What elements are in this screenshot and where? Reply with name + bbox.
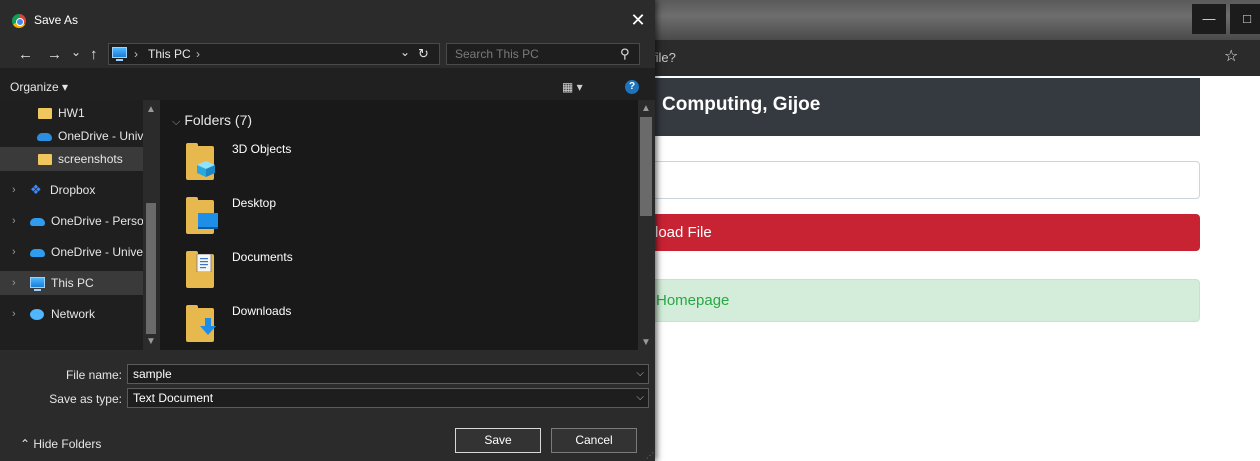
chevron-right-icon[interactable]: › — [12, 271, 16, 295]
nav-scroll-down-icon[interactable]: ▼ — [146, 336, 156, 347]
save-as-dialog: Save As ✕ ← → ⌄ ↑ › This PC › ⌄ ↻ Search… — [0, 0, 655, 461]
site-brand[interactable]: Computing, Gijoe — [662, 94, 820, 116]
nav-item-label: Network — [51, 307, 96, 321]
cloud-icon — [30, 249, 45, 257]
change-view-icon[interactable]: ▦ ▾ — [562, 80, 583, 94]
documents-icon — [196, 254, 212, 272]
cloud-icon — [37, 133, 52, 141]
star-icon[interactable]: ☆ — [1224, 46, 1238, 66]
homepage-link-alert[interactable]: Homepage — [640, 279, 1200, 322]
path-dropdown-icon[interactable]: ⌄ — [400, 43, 410, 61]
forward-icon[interactable]: → — [47, 46, 62, 64]
download-arrow-icon — [200, 318, 216, 335]
chevron-down-icon[interactable]: ⌵ — [636, 365, 644, 383]
nav-item-this-pc[interactable]: › This PC — [0, 271, 143, 295]
nav-item-label: HW1 — [58, 106, 85, 120]
dialog-title: Save As — [34, 13, 79, 27]
chevron-down-icon[interactable]: ⌵ — [172, 116, 180, 128]
path-chevron-end[interactable]: › — [196, 47, 200, 61]
nav-item-label: This PC — [51, 276, 94, 290]
up-icon[interactable]: ↑ — [90, 46, 98, 64]
help-icon[interactable]: ? — [625, 80, 639, 94]
recent-locations-icon[interactable]: ⌄ — [71, 43, 81, 61]
folder-item-documents[interactable]: Documents — [186, 246, 446, 296]
folder-label: Documents — [232, 250, 293, 264]
save-button[interactable]: Save — [455, 428, 541, 453]
nav-item-screenshots[interactable]: screenshots — [0, 147, 143, 171]
nav-item-onedrive-personal[interactable]: › OneDrive - Person — [0, 209, 143, 233]
3d-objects-icon — [197, 161, 215, 177]
nav-item-onedrive-univer[interactable]: › OneDrive - Univer — [0, 240, 143, 264]
organize-menu[interactable]: Organize ▾ — [10, 80, 68, 94]
folder-label: 3D Objects — [232, 142, 292, 156]
search-placeholder[interactable]: Search This PC — [455, 47, 539, 61]
group-header-label: Folders (7) — [184, 112, 253, 128]
content-scrollbar-thumb[interactable] — [640, 117, 652, 216]
restore-button[interactable]: □ — [1230, 4, 1260, 34]
chevron-right-icon[interactable]: › — [12, 178, 16, 202]
chevron-right-icon[interactable]: › — [12, 302, 16, 326]
address-text[interactable]: file? — [652, 50, 676, 65]
pc-icon — [30, 277, 45, 291]
network-icon — [30, 309, 44, 320]
folder-item-downloads[interactable]: Downloads — [186, 300, 446, 350]
folder-item-3d-objects[interactable]: 3D Objects — [186, 138, 446, 188]
save-as-type-value[interactable]: Text Document — [133, 391, 213, 405]
minimize-button[interactable]: — — [1192, 4, 1226, 34]
nav-item-label: OneDrive - Person — [51, 214, 143, 228]
resize-grip-icon[interactable]: ⋰ — [646, 451, 654, 460]
folder-label: Desktop — [232, 196, 277, 210]
pc-icon — [112, 47, 127, 61]
file-input[interactable] — [640, 161, 1200, 199]
chevron-down-icon[interactable]: ⌵ — [636, 389, 644, 407]
nav-item-network[interactable]: › Network — [0, 302, 143, 326]
folder-label: Downloads — [232, 304, 292, 318]
close-icon[interactable]: ✕ — [626, 8, 650, 32]
dialog-titlebar — [0, 0, 655, 40]
nav-item-onedrive-unive[interactable]: OneDrive - Unive — [0, 124, 143, 148]
upload-file-button[interactable]: load File — [640, 214, 1200, 251]
nav-scrollbar-thumb[interactable] — [146, 203, 156, 334]
nav-item-hw1[interactable]: HW1 — [0, 101, 143, 125]
path-this-pc[interactable]: This PC — [148, 47, 191, 61]
cancel-button[interactable]: Cancel — [551, 428, 637, 453]
cloud-icon — [30, 218, 45, 226]
refresh-icon[interactable]: ↻ — [418, 45, 429, 63]
dialog-toolbar — [0, 70, 655, 100]
save-as-type-select[interactable]: Text Document ⌵ — [127, 388, 649, 408]
chrome-icon — [12, 14, 26, 28]
desktop-icon — [198, 213, 218, 229]
content-scroll-up-icon[interactable]: ▲ — [641, 103, 651, 114]
nav-item-label: OneDrive - Unive — [58, 129, 143, 143]
hide-folders-toggle[interactable]: ⌃ Hide Folders — [20, 437, 101, 451]
content-scroll-down-icon[interactable]: ▼ — [641, 337, 651, 348]
nav-item-label: OneDrive - Univer — [51, 245, 143, 259]
save-as-type-label: Save as type: — [49, 392, 122, 406]
folder-icon — [38, 108, 52, 119]
back-icon[interactable]: ← — [18, 46, 33, 64]
nav-item-label: Dropbox — [50, 183, 96, 197]
folders-group-header[interactable]: ⌵ Folders (7) — [172, 112, 252, 129]
folder-item-desktop[interactable]: Desktop — [186, 192, 446, 242]
file-name-value[interactable]: sample — [133, 367, 172, 381]
chevron-right-icon[interactable]: › — [12, 209, 16, 233]
nav-scroll-up-icon[interactable]: ▲ — [146, 104, 156, 115]
file-name-label: File name: — [65, 368, 122, 382]
chevron-right-icon[interactable]: › — [12, 240, 16, 264]
folder-icon — [38, 154, 52, 165]
dropbox-icon: ❖ — [30, 182, 42, 197]
nav-item-label: screenshots — [58, 152, 123, 166]
search-icon[interactable]: ⚲ — [620, 46, 630, 62]
nav-item-dropbox[interactable]: › ❖ Dropbox — [0, 178, 143, 202]
path-chevron[interactable]: › — [134, 47, 138, 61]
file-name-field[interactable]: sample ⌵ — [127, 364, 649, 384]
